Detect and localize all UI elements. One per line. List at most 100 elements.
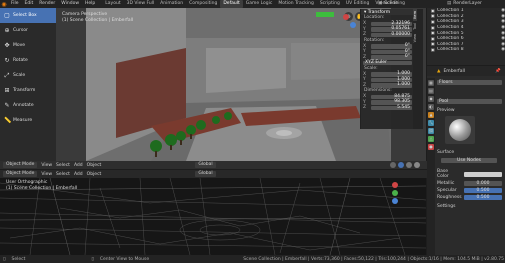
constraint-tab-icon[interactable]: ⛓	[428, 128, 434, 134]
visibility-icon[interactable]: ◉	[501, 19, 505, 24]
workspace-tab-uv-editing[interactable]: UV Editing	[343, 0, 372, 8]
world-tab-icon[interactable]: ◐	[428, 104, 434, 110]
visibility-icon[interactable]: ◉	[501, 25, 505, 30]
outliner-row[interactable]: ▣ Collection 3 ◉	[427, 19, 505, 25]
view-menu[interactable]: View	[41, 163, 52, 168]
tool-annotate[interactable]: ✎ Annotate	[0, 98, 56, 113]
visibility-icon[interactable]: ◉	[501, 47, 505, 52]
output-tab-icon[interactable]: ▤	[428, 88, 434, 94]
menu-file[interactable]: File	[8, 0, 22, 8]
data-tab-icon[interactable]: △	[428, 136, 434, 142]
surface-section-header[interactable]: Surface	[437, 150, 505, 156]
outliner-row[interactable]: ▣ Collection 1 ◉	[427, 8, 505, 14]
menu-edit[interactable]: Edit	[22, 0, 37, 8]
visibility-icon[interactable]: ◉	[501, 31, 505, 36]
render-tab-icon[interactable]: ▦	[428, 80, 434, 86]
tool-cursor[interactable]: ⊕ Cursor	[0, 23, 56, 38]
y-axis-icon[interactable]	[392, 190, 398, 196]
specular-field[interactable]: 0.500	[464, 188, 502, 193]
rotation-z-field[interactable]: 0°	[371, 54, 412, 60]
material-shading-icon[interactable]	[405, 162, 412, 168]
solid-shading-icon[interactable]	[397, 162, 404, 168]
mode-select[interactable]: Object Mode	[3, 162, 38, 168]
material-slot-list[interactable]: Floors	[437, 80, 502, 85]
z-axis-icon[interactable]	[350, 22, 356, 28]
workspace-tab-default[interactable]: Default	[220, 0, 243, 8]
menu-help[interactable]: Help	[82, 0, 98, 8]
location-y-field[interactable]: 0.05761	[371, 26, 412, 32]
modifier-tab-icon[interactable]: 🔧	[428, 120, 434, 126]
transform-orientation-select[interactable]: Global	[195, 162, 216, 168]
material-tab-icon[interactable]: ●	[428, 144, 434, 150]
outliner-row[interactable]: ▣ Collection 4 ◉	[427, 25, 505, 31]
workspace-tab-3d-view-full[interactable]: 3D View Full	[124, 0, 158, 8]
workspace-tab-animation[interactable]: Animation	[157, 0, 186, 8]
base-color-swatch[interactable]	[464, 171, 502, 177]
select-menu[interactable]: Select	[56, 172, 70, 177]
bottom-nav-gizmo[interactable]	[392, 182, 398, 204]
dimensions-z-field[interactable]: 5.545	[371, 105, 412, 110]
dimensions-y-field[interactable]: 98.305	[371, 99, 412, 105]
nav-gizmo[interactable]	[343, 14, 349, 20]
select-menu[interactable]: Select	[56, 163, 70, 168]
workspace-tab-compositing[interactable]: Compositing	[186, 0, 220, 8]
z-axis-icon[interactable]	[392, 198, 398, 204]
roughness-field[interactable]: 0.500	[464, 195, 502, 200]
view-menu[interactable]: View	[41, 172, 52, 177]
x-axis-icon[interactable]	[343, 14, 349, 20]
preview-section-header[interactable]: Preview	[437, 108, 505, 114]
tool-transform[interactable]: ⊞ Transform	[0, 83, 56, 98]
workspace-tab-game-logic[interactable]: Game Logic	[243, 0, 276, 8]
scale-z-field[interactable]: 1.000	[371, 82, 412, 88]
scale-x-field[interactable]: 1.000	[371, 71, 412, 77]
tab-view[interactable]: View	[413, 32, 417, 44]
object-menu[interactable]: Object	[87, 172, 102, 177]
viewport-wireframe[interactable]: User Orthographic (1) Scene Collection |…	[0, 178, 426, 255]
use-nodes-button[interactable]: Use Nodes	[441, 158, 497, 163]
scene-tab-icon[interactable]: ◆	[428, 96, 434, 102]
x-axis-icon[interactable]	[392, 182, 398, 188]
add-menu[interactable]: Add	[74, 172, 83, 177]
location-z-field[interactable]: 0.00000	[371, 32, 412, 37]
tool-move[interactable]: ✥ Move	[0, 38, 56, 53]
object-tab-icon[interactable]: ▲	[428, 112, 434, 118]
rendered-shading-icon[interactable]	[413, 162, 420, 168]
workspace-tab-scripting[interactable]: Scripting	[317, 0, 343, 8]
outliner-row[interactable]: ▣ Collection 5 ◉	[427, 30, 505, 36]
outliner-row[interactable]: ▣ Collection 7 ◉	[427, 42, 505, 48]
add-menu[interactable]: Add	[74, 163, 83, 168]
menu-window[interactable]: Window	[58, 0, 82, 8]
tab-item[interactable]: Item	[413, 9, 417, 21]
visibility-icon[interactable]: ◉	[501, 42, 505, 47]
location-z-row[interactable]: Z 0.00000	[361, 32, 414, 38]
rotation-mode-row[interactable]: XYZ Euler	[361, 60, 414, 66]
tool-measure[interactable]: 📏 Measure	[0, 113, 56, 128]
tab-tool[interactable]: Tool	[413, 21, 417, 32]
workspace-tab-motion-tracking[interactable]: Motion Tracking	[275, 0, 316, 8]
tool-rotate[interactable]: ↻ Rotate	[0, 53, 56, 68]
workspace-tab-layout[interactable]: Layout	[102, 0, 123, 8]
tool-scale[interactable]: ⤢ Scale	[0, 68, 56, 83]
render-layer-selector[interactable]: ▤ RenderLayer	[447, 1, 482, 6]
outliner-row[interactable]: ▣ Collection 2 ◉	[427, 14, 505, 20]
rotation-mode-select[interactable]: XYZ Euler	[363, 60, 412, 65]
transform-orientation-select[interactable]: Global	[195, 171, 216, 177]
metallic-field[interactable]: 0.000	[464, 181, 502, 186]
outliner-row[interactable]: ▣ Collection 8 ◉	[427, 47, 505, 53]
wireframe-shading-icon[interactable]	[389, 162, 396, 168]
menu-render[interactable]: Render	[36, 0, 58, 8]
dimensions-z-row[interactable]: Z 5.545	[361, 105, 414, 111]
mode-select[interactable]: Object Mode	[3, 171, 38, 177]
settings-section-header[interactable]: Settings	[437, 204, 505, 210]
rotation-x-field[interactable]: 0°	[371, 43, 412, 49]
object-menu[interactable]: Object	[87, 163, 102, 168]
visibility-icon[interactable]: ◉	[501, 14, 505, 19]
pin-icon[interactable]: 📌	[495, 69, 501, 74]
object-name[interactable]: Emberfall	[443, 69, 465, 74]
outliner-row[interactable]: ▣ Collection 6 ◉	[427, 36, 505, 42]
tool-select-box[interactable]: ▢ Select Box	[0, 8, 56, 23]
scene-selector[interactable]: ▣ Scene	[378, 1, 398, 6]
material-name-field[interactable]: Pool	[437, 99, 502, 104]
blender-logo-icon[interactable]: ◉	[0, 0, 8, 8]
visibility-icon[interactable]: ◉	[501, 8, 505, 13]
